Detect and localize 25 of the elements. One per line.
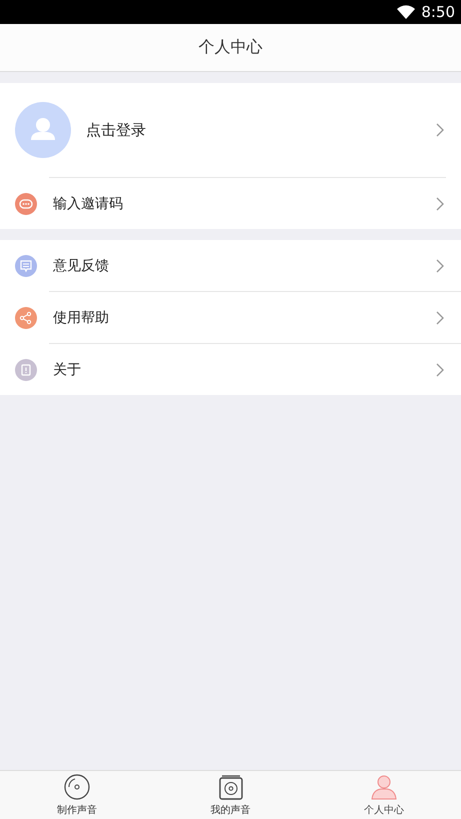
disc-icon <box>64 774 90 800</box>
person-icon <box>371 774 398 800</box>
page-title: 个人中心 <box>198 37 262 58</box>
wifi-icon <box>397 5 416 19</box>
clock-time: 8:50 <box>421 3 455 21</box>
menu-label: 输入邀请码 <box>53 194 124 212</box>
menu-label: 关于 <box>53 360 82 378</box>
menu-label: 意见反馈 <box>53 256 110 274</box>
menu-label: 使用帮助 <box>53 308 110 326</box>
login-label: 点击登录 <box>86 120 147 140</box>
menu-item[interactable]: 意见反馈 <box>0 240 461 291</box>
chevron-icon <box>436 123 444 137</box>
avatar-icon <box>15 102 71 158</box>
chevron-icon <box>436 196 444 210</box>
menu-item[interactable]: 关于 <box>0 344 461 395</box>
tab[interactable]: 个人中心 <box>307 771 461 819</box>
chevron-icon <box>436 258 444 272</box>
menu-item[interactable]: 输入邀请码 <box>0 178 461 229</box>
tab[interactable]: 我的声音 <box>154 771 308 819</box>
album-icon <box>218 774 244 800</box>
chevron-icon <box>436 310 444 324</box>
chevron-icon <box>436 362 444 376</box>
tab[interactable]: 制作声音 <box>0 771 154 819</box>
login-row[interactable]: 点击登录 <box>0 83 461 177</box>
menu-item[interactable]: 使用帮助 <box>0 292 461 343</box>
